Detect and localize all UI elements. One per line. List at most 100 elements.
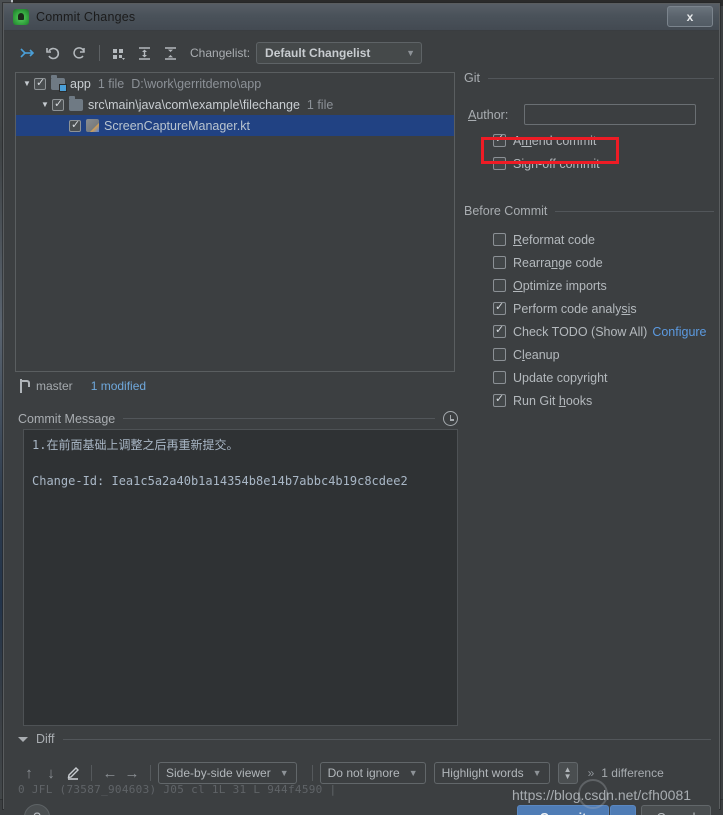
chevron-down-icon: ▼ [406,48,416,58]
changelist-label: Changelist: [190,46,250,60]
tree-status-row: master 1 modified [18,377,458,395]
more-options-chevron-icon[interactable]: » [588,766,595,780]
commit-message-line-2: Change-Id: Iea1c5a2a40b1a14354b8e14b7abb… [32,474,408,488]
reformat-code-checkbox[interactable] [493,233,506,246]
cleanup-checkbox[interactable] [493,348,506,361]
sign-off-commit-checkbox[interactable] [493,157,506,170]
refresh-icon[interactable] [67,42,91,64]
viewer-mode-dropdown[interactable]: Side-by-side viewer ▼ [158,762,297,784]
run-git-hooks-checkbox[interactable] [493,392,506,407]
chevron-down-icon[interactable] [18,736,28,742]
tree-item-name: src\main\java\com\example\filechange [88,97,300,112]
changed-files-tree[interactable]: ▼ app 1 file D:\work\gerritdemo\app ▼ sr… [15,72,455,372]
collapse-down-arrow: ▼ [563,772,572,781]
checkbox-rearrange-code[interactable]: Rearrange code [493,251,714,274]
before-commit-section-header: Before Commit [464,204,714,218]
checkbox-run-git-hooks[interactable]: Run Git hooks [493,389,714,412]
author-row: Author: [468,104,714,125]
check-todo-checkbox[interactable] [493,323,506,338]
group-by-icon[interactable] [106,42,130,64]
collapse-all-icon[interactable] [158,42,182,64]
chevron-expanded-icon[interactable]: ▼ [38,100,52,109]
collapse-to-changelist-icon[interactable] [15,42,39,64]
changelist-label-text: Changelist: [190,46,251,60]
table-row[interactable]: ▼ src\main\java\com\example\filechange 1… [16,94,454,115]
edit-source-icon[interactable] [62,762,84,784]
author-field[interactable] [524,104,696,125]
checkbox-perform-code-analysis[interactable]: Perform code analysis [493,297,714,320]
configure-todo-link[interactable]: Configure [652,325,706,339]
chevron-down-icon: ▼ [279,768,289,778]
dialog-content: Changelist: Default Changelist ▼ ▼ app 1… [4,31,719,815]
checkbox-cleanup[interactable]: Cleanup [493,343,714,366]
folder-icon [69,95,83,111]
changelist-value: Default Changelist [265,46,371,60]
module-folder-icon [51,74,67,92]
diff-toolbar-separator [91,765,92,781]
accept-right-icon[interactable]: → [121,762,143,784]
checkbox-sign-off-commit[interactable]: Sign-off commit [493,152,714,175]
commit-options-panel: Git Author: Amend commit Sign-off commit… [464,71,714,412]
tree-item-name: app [70,76,91,91]
header-divider [123,418,435,419]
accept-left-icon[interactable]: ← [99,762,121,784]
modified-count: 1 modified [90,379,147,393]
close-button[interactable]: x [667,6,713,27]
rearrange-code-label: Rearrange code [513,255,603,270]
checkbox-optimize-imports[interactable]: Optimize imports [493,274,714,297]
clock-history-icon[interactable] [443,411,458,426]
reformat-code-label: Reformat code [513,232,595,247]
row-checkbox[interactable] [34,76,46,90]
expand-all-icon[interactable] [132,42,156,64]
table-row[interactable]: ScreenCaptureManager.kt [16,115,454,136]
current-branch: master [36,379,73,393]
cancel-button[interactable]: Cancel [641,805,711,815]
changelist-dropdown[interactable]: Default Changelist ▼ [256,42,423,64]
dialog-titlebar: Commit Changes x [4,4,719,31]
cleanup-label: Cleanup [513,347,560,362]
perform-code-analysis-label: Perform code analysis [513,301,637,316]
whitespace-mode-dropdown[interactable]: Do not ignore ▼ [319,762,426,784]
diff-section-header[interactable]: Diff [18,732,711,746]
row-checkbox[interactable] [52,97,64,111]
help-button[interactable]: ? [24,804,50,815]
difference-count-label: 1 difference [601,766,664,780]
highlight-mode-dropdown[interactable]: Highlight words ▼ [433,762,550,784]
next-difference-icon[interactable]: ↓ [40,762,62,784]
checkbox-update-copyright[interactable]: Update copyright [493,366,714,389]
branch-icon [18,379,31,393]
rollback-icon[interactable] [41,42,65,64]
chevron-down-icon: ▼ [532,768,542,778]
git-section-header: Git [464,71,714,85]
kotlin-file-icon [86,119,99,132]
update-copyright-checkbox[interactable] [493,371,506,384]
author-label: Author: [468,107,509,122]
git-section-title: Git [464,71,480,85]
commit-options-dropdown[interactable]: ▼ [610,805,636,815]
checkbox-reformat-code[interactable]: Reformat code [493,228,714,251]
perform-code-analysis-checkbox[interactable] [493,300,506,315]
chevron-expanded-icon[interactable]: ▼ [20,79,34,88]
viewer-mode-value: Side-by-side viewer [166,766,271,780]
check-todo-label: Check TODO (Show All) [513,324,648,339]
checkbox-amend-commit[interactable]: Amend commit [493,129,714,152]
table-row[interactable]: ▼ app 1 file D:\work\gerritdemo\app [16,73,454,94]
chevron-down-icon: ▼ [408,768,418,778]
tree-item-name: ScreenCaptureManager.kt [104,118,250,133]
highlight-mode-value: Highlight words [441,766,524,780]
commit-changes-dialog: Commit Changes x Changelist: Default Cha… [3,3,720,815]
header-divider [62,738,711,740]
collapse-unchanged-icon[interactable]: ▲ ▼ [557,762,578,784]
optimize-imports-checkbox[interactable] [493,279,506,292]
run-git-hooks-label: Run Git hooks [513,393,593,408]
row-checkbox[interactable] [69,118,81,132]
tree-item-filecount: 1 file [97,76,125,91]
whitespace-mode-value: Do not ignore [327,766,400,780]
toolbar-separator [99,45,100,61]
commit-message-input[interactable]: 1.在前面基础上调整之后再重新提交。 Change-Id: Iea1c5a2a4… [23,429,458,726]
rearrange-code-checkbox[interactable] [493,256,506,269]
sign-off-commit-label: Sign-off commit [513,156,600,171]
amend-commit-checkbox[interactable] [493,132,506,147]
previous-difference-icon[interactable]: ↑ [18,762,40,784]
checkbox-check-todo[interactable]: Check TODO (Show All) Configure [493,320,714,343]
